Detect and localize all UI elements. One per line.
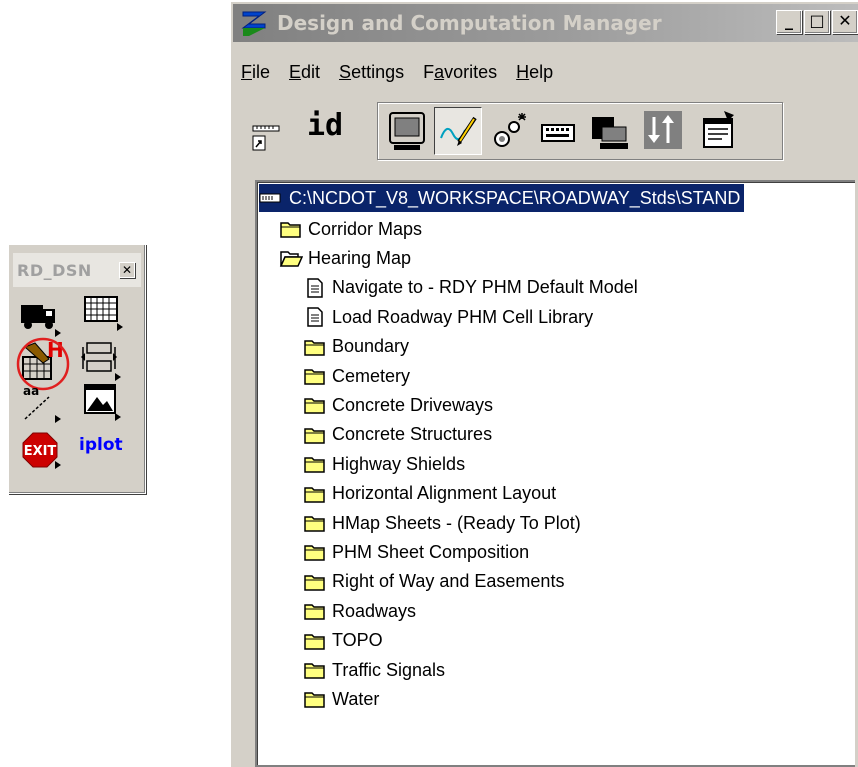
tree-item-label: Cemetery bbox=[332, 365, 411, 386]
folder-icon bbox=[304, 692, 325, 709]
tree-item-hmap-sheets-ready-to-plot[interactable]: HMap Sheets - (Ready To Plot) bbox=[303, 509, 581, 537]
tree-item-roadways[interactable]: Roadways bbox=[303, 597, 416, 625]
sort-icon[interactable] bbox=[642, 107, 690, 155]
tree-item-cemetery[interactable]: Cemetery bbox=[303, 362, 410, 390]
id-button[interactable]: id bbox=[303, 106, 367, 154]
tree-item-label: Boundary bbox=[332, 336, 410, 357]
folder-icon bbox=[280, 222, 301, 238]
menu-edit[interactable]: Edit bbox=[287, 62, 329, 92]
tree-item-horizontal-alignment-layout[interactable]: Horizontal Alignment Layout bbox=[303, 480, 556, 508]
folder-icon bbox=[304, 457, 325, 473]
folder-icon bbox=[304, 545, 325, 562]
toolbar: id bbox=[245, 98, 785, 164]
menu-favorites[interactable]: Favorites bbox=[421, 62, 506, 92]
close-button[interactable]: ✕ bbox=[832, 10, 858, 34]
tree-item-phm-sheet-composition[interactable]: PHM Sheet Composition bbox=[303, 538, 529, 566]
folder-icon bbox=[304, 369, 325, 385]
draw-icon[interactable] bbox=[434, 107, 482, 155]
keyboard-icon[interactable] bbox=[538, 109, 586, 157]
key-in-icon[interactable] bbox=[488, 109, 536, 157]
menu-file[interactable]: File bbox=[239, 62, 279, 92]
folder-icon bbox=[304, 516, 325, 532]
properties-icon[interactable] bbox=[698, 107, 746, 155]
shortcut-icon[interactable] bbox=[249, 108, 297, 156]
maximize-button[interactable]: □ bbox=[804, 10, 830, 34]
minimize-button[interactable]: _ bbox=[776, 10, 802, 34]
palette-close-button[interactable]: ✕ bbox=[119, 262, 135, 278]
tree-item-right-of-way-and-easements[interactable]: Right of Way and Easements bbox=[303, 568, 564, 596]
tree-item-concrete-structures[interactable]: Concrete Structures bbox=[303, 421, 492, 449]
tree-item-label: HMap Sheets - (Ready To Plot) bbox=[332, 512, 581, 533]
tree-item-corridor-maps[interactable]: Corridor Maps bbox=[279, 215, 422, 243]
folder-icon bbox=[304, 604, 325, 620]
tree-item-label: Highway Shields bbox=[332, 453, 466, 474]
tree-item-navigate-to-rdy-phm-default-model[interactable]: Navigate to - RDY PHM Default Model bbox=[303, 274, 638, 302]
tree-item-label: Horizontal Alignment Layout bbox=[332, 483, 557, 504]
tree-item-label: Navigate to - RDY PHM Default Model bbox=[332, 277, 638, 298]
document-icon bbox=[307, 278, 323, 298]
folder-icon bbox=[304, 575, 325, 591]
tree-item-label: Load Roadway PHM Cell Library bbox=[332, 306, 594, 327]
svg-text:EXIT: EXIT bbox=[24, 444, 57, 459]
folder-icon bbox=[304, 633, 325, 650]
app-logo-icon bbox=[241, 11, 267, 36]
tree-item-label: Water bbox=[332, 688, 380, 709]
tree-item-label: Right of Way and Easements bbox=[332, 571, 565, 592]
tree-item-traffic-signals[interactable]: Traffic Signals bbox=[303, 656, 445, 684]
window-title: Design and Computation Manager bbox=[277, 11, 662, 35]
folder-icon bbox=[304, 663, 325, 679]
tree-root-label: C:\NCDOT_V8_WORKSPACE\ROADWAY_Stds\STAND bbox=[289, 187, 741, 208]
monitor-icon[interactable] bbox=[384, 107, 432, 155]
tree-item-label: Roadways bbox=[332, 600, 417, 621]
svg-text:aa: aa bbox=[23, 384, 39, 398]
tree-item-water[interactable]: Water bbox=[303, 685, 379, 713]
tree-item-label: Traffic Signals bbox=[332, 659, 446, 680]
palette-title-bar[interactable]: RD_DSN ✕ bbox=[13, 253, 141, 287]
tree-item-label: Corridor Maps bbox=[308, 218, 423, 239]
tree-item-load-roadway-phm-cell-library[interactable]: Load Roadway PHM Cell Library bbox=[303, 303, 593, 331]
tree-item-highway-shields[interactable]: Highway Shields bbox=[303, 450, 465, 478]
tree-item-label: TOPO bbox=[332, 630, 383, 651]
tree-item-concrete-driveways[interactable]: Concrete Driveways bbox=[303, 391, 493, 419]
menu-bar: File Edit Settings Favorites Help bbox=[239, 62, 570, 92]
tree-item-topo[interactable]: TOPO bbox=[303, 627, 383, 655]
truck-icon[interactable] bbox=[19, 295, 63, 337]
grid-icon[interactable] bbox=[81, 291, 125, 333]
drive-icon bbox=[259, 193, 281, 203]
spacing-icon[interactable] bbox=[81, 339, 125, 381]
tree-item-label: PHM Sheet Composition bbox=[332, 541, 530, 562]
tree-item-boundary[interactable]: Boundary bbox=[303, 333, 409, 361]
id-label: id bbox=[307, 108, 344, 143]
palette-title: RD_DSN bbox=[17, 260, 92, 280]
design-computation-manager-window: Design and Computation Manager _ □ ✕ Fil… bbox=[229, 0, 858, 767]
iplot-button[interactable]: iplot bbox=[79, 435, 139, 477]
folder-icon bbox=[304, 428, 325, 444]
folder-icon bbox=[304, 398, 325, 415]
menu-settings[interactable]: Settings bbox=[337, 62, 413, 92]
toolbar-button-group bbox=[377, 102, 783, 160]
workspace-tree[interactable]: C:\NCDOT_V8_WORKSPACE\ROADWAY_Stds\STAND… bbox=[255, 180, 855, 767]
menu-help[interactable]: Help bbox=[514, 62, 562, 92]
rd-dsn-palette: RD_DSN ✕ H aa EXIT iplot bbox=[8, 244, 146, 494]
folder-open-icon bbox=[279, 251, 303, 268]
tree-item-hearing-map[interactable]: Hearing Map bbox=[279, 244, 411, 272]
tree-item-label: Hearing Map bbox=[308, 247, 412, 268]
document-icon bbox=[307, 307, 323, 327]
tree-item-label: Concrete Driveways bbox=[332, 394, 494, 415]
folder-icon bbox=[304, 486, 325, 503]
window-title-bar[interactable]: Design and Computation Manager _ □ ✕ bbox=[233, 4, 858, 42]
tree-root-item[interactable]: C:\NCDOT_V8_WORKSPACE\ROADWAY_Stds\STAND bbox=[259, 184, 745, 212]
exit-icon[interactable]: EXIT bbox=[21, 429, 65, 471]
text-line-icon[interactable]: aa bbox=[21, 383, 65, 425]
iplot-label: iplot bbox=[79, 435, 123, 455]
view-icon[interactable] bbox=[588, 109, 636, 157]
tree-item-label: Concrete Structures bbox=[332, 424, 493, 445]
image-icon[interactable] bbox=[81, 381, 125, 423]
folder-icon bbox=[304, 339, 325, 356]
